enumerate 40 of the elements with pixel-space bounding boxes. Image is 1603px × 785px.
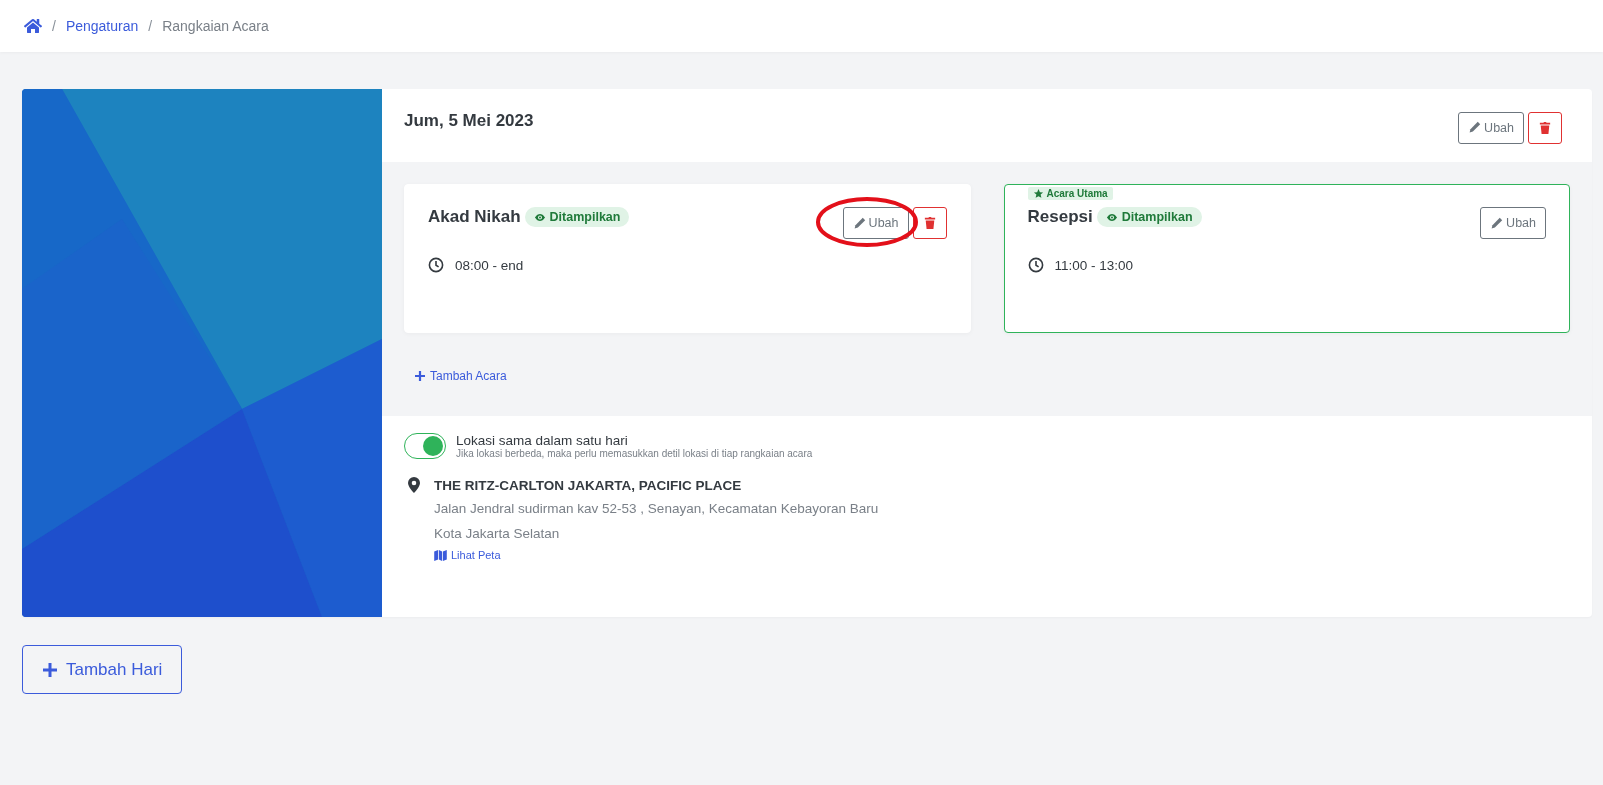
venue-address: Kota Jakarta Selatan [434, 525, 560, 543]
day-title: Jum, 5 Mei 2023 [404, 110, 534, 131]
pencil-icon [852, 216, 866, 230]
edit-button[interactable]: Ubah [1480, 207, 1546, 239]
clock-icon [428, 257, 444, 273]
delete-button[interactable] [912, 207, 947, 239]
event-name: Akad Nikah [428, 207, 521, 227]
star-icon [1032, 188, 1044, 199]
pencil-icon [1490, 216, 1504, 230]
add-event-link[interactable]: Tambah Acara [414, 369, 507, 383]
pencil-icon [1468, 121, 1482, 134]
visibility-badge: Ditampilkan [1096, 207, 1202, 227]
clock-icon [1027, 257, 1044, 273]
main-event-badge: Acara Utama [1027, 187, 1113, 200]
plus-icon [414, 370, 426, 382]
venue-name: THE RITZ-CARLTON JAKARTA, PACIFIC PLACE [434, 477, 742, 495]
toggle-label: Lokasi sama dalam satu hari [456, 433, 629, 448]
eye-icon [533, 212, 546, 222]
toggle-hint: Jika lokasi berbeda, maka perlu memasukkan detil lokasi di tiap rangkaian acara [456, 448, 813, 459]
trash-icon [923, 216, 936, 230]
edit-button[interactable]: Ubah [1458, 111, 1524, 144]
map-pin-icon [408, 477, 420, 493]
breadcrumb-separator: / [52, 18, 56, 34]
map-icon [434, 549, 447, 561]
home-icon[interactable] [24, 18, 42, 34]
breadcrumb-separator: / [148, 18, 153, 34]
event-time: 08:00 - end [455, 257, 524, 273]
event-name: Resepsi [1027, 207, 1093, 227]
add-day-button[interactable]: Tambah Hari [22, 645, 183, 694]
trash-icon [1539, 120, 1551, 135]
view-map-link[interactable]: Lihat Peta [434, 549, 501, 561]
venue-address: Jalan Jendral sudirman kav 52-53 , Senayan, Kecamatan Kebayoran Baru [434, 500, 879, 518]
delete-button[interactable] [1528, 111, 1562, 144]
edit-button[interactable]: Ubah [842, 207, 909, 239]
event-time: 11:00 - 13:00 [1054, 257, 1134, 273]
breadcrumb-current: Rangkaian Acara [162, 18, 269, 34]
plus-icon [42, 661, 58, 678]
breadcrumb-link[interactable]: Pengaturan [65, 18, 139, 34]
visibility-badge: Ditampilkan [524, 207, 630, 227]
eye-icon [1105, 212, 1118, 222]
